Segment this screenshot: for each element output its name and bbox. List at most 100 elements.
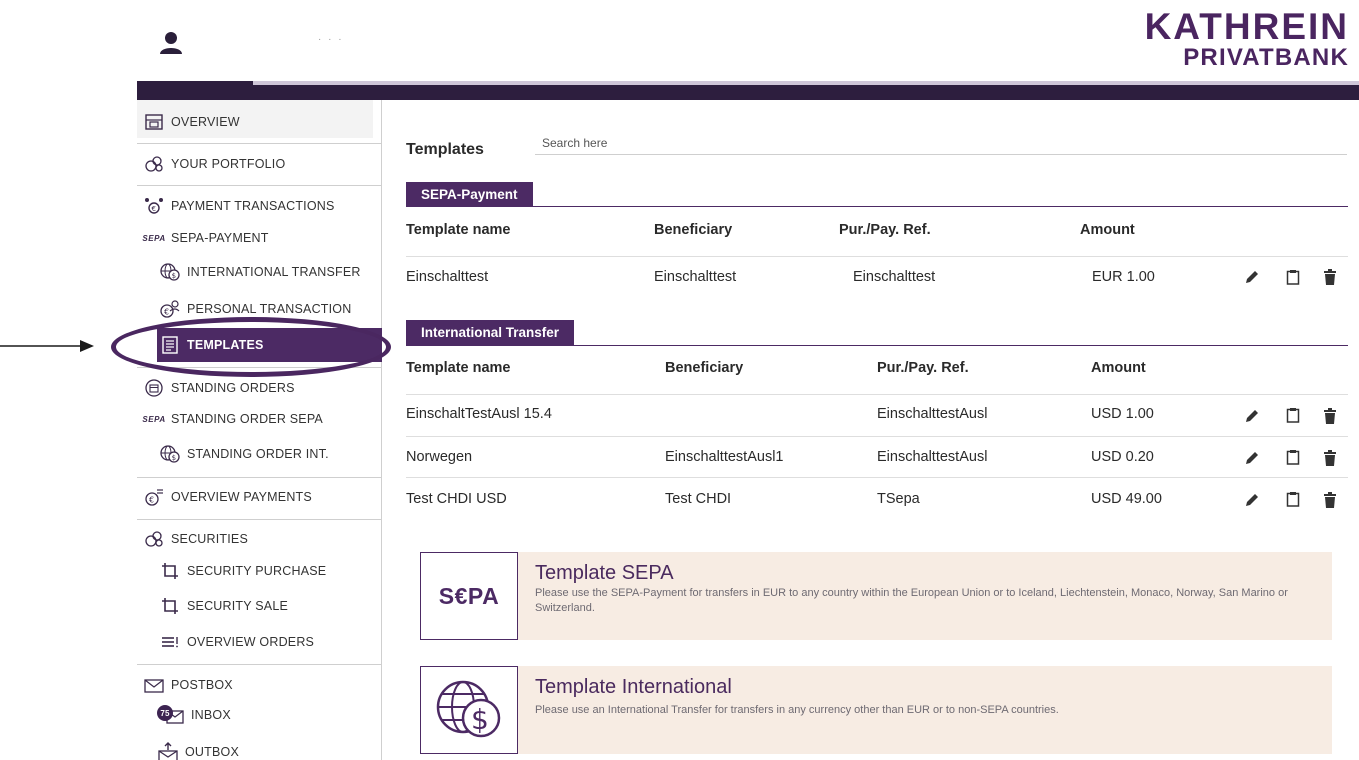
cell-beneficiary: Test CHDI — [665, 491, 732, 507]
sidebar-item-security-sale[interactable]: SECURITY SALE — [159, 596, 288, 616]
sidebar-label-standing-orders: STANDING ORDERS — [171, 381, 295, 395]
tab-international-transfer: International Transfer — [406, 320, 575, 345]
sidebar-label-securities: SECURITIES — [171, 532, 249, 546]
sidebar-item-security-purchase[interactable]: SECURITY PURCHASE — [159, 561, 326, 581]
column-header-template-name: Template name — [406, 222, 511, 238]
sidebar-label-security-purchase: SECURITY PURCHASE — [187, 564, 327, 578]
cell-reference: TSepa — [877, 491, 920, 507]
cell-template-name[interactable]: Einschalttest — [406, 269, 488, 285]
sidebar-item-standing-order-int[interactable]: $ STANDING ORDER INT. — [159, 444, 329, 464]
sidebar-item-outbox[interactable]: OUTBOX — [157, 742, 239, 760]
sidebar-item-payment-transactions[interactable]: € PAYMENT TRANSACTIONS — [143, 196, 335, 216]
clipboard-icon[interactable] — [1284, 490, 1302, 508]
list-icon — [159, 632, 181, 652]
clipboard-icon[interactable] — [1284, 268, 1302, 286]
divider — [137, 185, 382, 186]
inbox-count-badge: 75 — [157, 705, 173, 721]
sepa-icon: SEPA — [142, 414, 166, 424]
sidebar-item-inbox[interactable]: 75 INBOX — [157, 705, 231, 725]
trash-icon[interactable] — [1321, 449, 1339, 467]
row-divider — [406, 256, 1348, 257]
sidebar-item-standing-order-sepa[interactable]: SEPA STANDING ORDER SEPA — [142, 409, 323, 429]
divider — [137, 519, 382, 520]
sepa-logo: S€PA — [420, 552, 518, 640]
sidebar-item-sepa-payment[interactable]: SEPA SEPA-PAYMENT — [142, 228, 269, 248]
svg-text:€: € — [149, 496, 154, 505]
info-title-international: Template International — [535, 676, 732, 698]
cell-template-name[interactable]: EinschaltTestAusl 15.4 — [406, 406, 552, 422]
standing-orders-icon — [143, 378, 165, 398]
sidebar-label-outbox: OUTBOX — [185, 745, 239, 759]
clipboard-icon[interactable] — [1284, 406, 1302, 424]
sidebar-label-standing-order-sepa: STANDING ORDER SEPA — [171, 412, 323, 426]
outbox-icon — [157, 742, 179, 760]
globe-dollar-icon: $ — [420, 666, 518, 754]
top-bar-highlight — [253, 81, 1359, 85]
cell-template-name[interactable]: Norwegen — [406, 449, 472, 465]
edit-icon[interactable] — [1243, 407, 1261, 425]
sidebar-item-portfolio[interactable]: YOUR PORTFOLIO — [143, 154, 285, 174]
edit-icon[interactable] — [1243, 449, 1261, 467]
sidebar-item-postbox[interactable]: POSTBOX — [143, 675, 233, 695]
page-title: Templates — [406, 141, 484, 158]
sidebar-label-inbox: INBOX — [191, 708, 231, 722]
svg-text:$: $ — [172, 272, 177, 280]
payment-transactions-icon: € — [143, 196, 165, 216]
row-divider — [406, 436, 1348, 437]
sidebar-label-overview-orders: OVERVIEW ORDERS — [187, 635, 315, 649]
sidebar-label-overview: OVERVIEW — [171, 115, 240, 129]
divider — [137, 477, 382, 478]
svg-text:€: € — [164, 308, 169, 317]
column-header-amount: Amount — [1091, 360, 1146, 376]
overview-icon — [143, 112, 165, 132]
sidebar-item-securities[interactable]: SECURITIES — [143, 529, 248, 549]
svg-text:$: $ — [471, 703, 489, 736]
info-text-sepa: Please use the SEPA-Payment for transfer… — [535, 587, 1288, 614]
cell-reference: EinschalttestAusl — [877, 406, 988, 422]
row-divider — [406, 477, 1348, 478]
svg-text:€: € — [152, 205, 157, 213]
annotation-arrow — [0, 340, 94, 352]
sidebar-label-portfolio: YOUR PORTFOLIO — [171, 157, 286, 171]
sidebar-item-personal-transaction[interactable]: € PERSONAL TRANSACTION — [159, 299, 351, 319]
column-header-reference: Pur./Pay. Ref. — [839, 222, 931, 238]
edit-icon[interactable] — [1243, 491, 1261, 509]
trash-icon[interactable] — [1321, 268, 1339, 286]
personal-transaction-icon: € — [159, 299, 181, 319]
search-input[interactable] — [535, 131, 1347, 155]
sidebar-label-overview-payments: OVERVIEW PAYMENTS — [171, 490, 312, 504]
trash-icon[interactable] — [1321, 407, 1339, 425]
cell-beneficiary: EinschalttestAusl1 — [665, 449, 784, 465]
overview-payments-icon: € — [143, 487, 165, 507]
section-divider — [406, 206, 1348, 207]
edit-icon[interactable] — [1243, 268, 1261, 286]
sidebar-item-overview-payments[interactable]: € OVERVIEW PAYMENTS — [143, 487, 312, 507]
annotation-circle — [111, 317, 391, 377]
sepa-logo-text: S€PA — [438, 582, 500, 609]
sidebar-item-standing-orders[interactable]: STANDING ORDERS — [143, 378, 295, 398]
sidebar-label-sepa-payment: SEPA-PAYMENT — [171, 231, 269, 245]
sidebar-item-overview-orders[interactable]: OVERVIEW ORDERS — [159, 632, 314, 652]
sidebar-item-international-transfer[interactable]: $ INTERNATIONAL TRANSFER — [159, 262, 361, 282]
column-header-amount: Amount — [1080, 222, 1135, 238]
info-text-international: Please use an International Transfer for… — [535, 704, 1059, 716]
section-divider — [406, 345, 1348, 346]
sidebar: OVERVIEW YOUR PORTFOLIO € PAYMENT TRANSA… — [137, 100, 382, 760]
envelope-icon — [143, 675, 165, 695]
sidebar-item-overview[interactable]: OVERVIEW — [143, 112, 240, 132]
user-icon[interactable] — [158, 30, 184, 56]
info-card-template-sepa[interactable]: S€PA Template SEPA Please use the SEPA-P… — [420, 552, 1332, 640]
cell-amount: USD 1.00 — [1091, 406, 1154, 422]
sidebar-label-postbox: POSTBOX — [171, 678, 233, 692]
cell-template-name[interactable]: Test CHDI USD — [406, 491, 507, 507]
sepa-icon: SEPA — [142, 233, 166, 243]
cell-beneficiary: Einschalttest — [654, 269, 737, 285]
logo-line1: KATHREIN — [1144, 6, 1349, 47]
tab-sepa-payment: SEPA-Payment — [406, 182, 533, 207]
svg-text:$: $ — [172, 454, 177, 462]
clipboard-icon[interactable] — [1284, 448, 1302, 466]
cell-reference: EinschalttestAusl — [877, 449, 988, 465]
column-header-beneficiary: Beneficiary — [654, 222, 733, 238]
trash-icon[interactable] — [1321, 491, 1339, 509]
info-card-template-international[interactable]: $ Template International Please use an I… — [420, 666, 1332, 754]
